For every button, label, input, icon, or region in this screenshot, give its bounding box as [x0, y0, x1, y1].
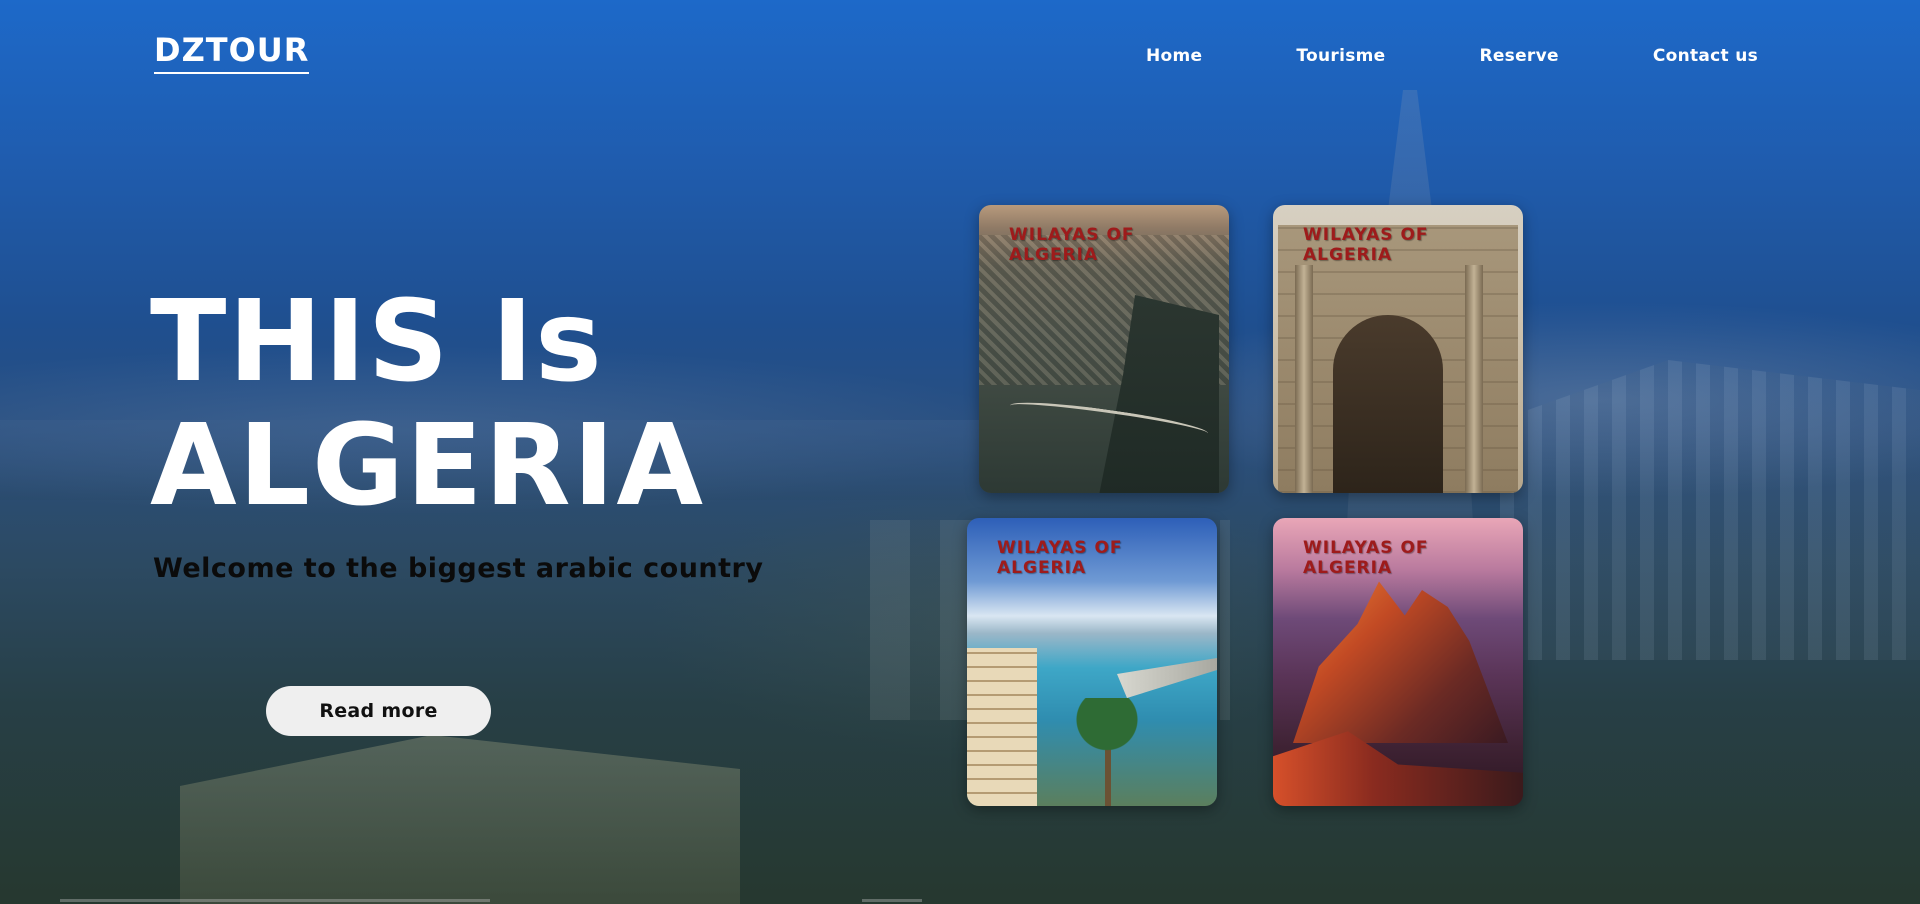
hero-title-line-2: ALGERIA [150, 401, 706, 531]
nav-item-reserve[interactable]: Reserve [1479, 44, 1558, 68]
wilaya-card-harbor[interactable]: WILAYAS OF ALGERIA [967, 518, 1217, 806]
wilaya-card-arch[interactable]: WILAYAS OF ALGERIA [1273, 205, 1523, 493]
nav-item-contact-us[interactable]: Contact us [1653, 44, 1758, 68]
card-label: WILAYAS OF ALGERIA [997, 538, 1123, 578]
hero-title: THIS Is ALGERIA [150, 280, 705, 528]
nav-item-tourisme[interactable]: Tourisme [1296, 44, 1385, 68]
background-city [1500, 360, 1920, 660]
hero-subtitle: Welcome to the biggest arabic country [153, 553, 764, 584]
site-logo[interactable]: DZTOUR [154, 30, 310, 74]
card-label: WILAYAS OF ALGERIA [1303, 538, 1429, 578]
main-nav: Home Tourisme Reserve Contact us [1146, 44, 1758, 68]
hero-title-line-1: THIS Is [150, 277, 604, 407]
landing-page: DZTOUR Home Tourisme Reserve Contact us … [0, 0, 1920, 904]
nav-item-home[interactable]: Home [1146, 44, 1202, 68]
card-label: WILAYAS OF ALGERIA [1303, 225, 1429, 265]
wilaya-card-constantine[interactable]: WILAYAS OF ALGERIA [979, 205, 1229, 493]
card-label: WILAYAS OF ALGERIA [1009, 225, 1135, 265]
scrollbar-thumb[interactable] [862, 899, 922, 902]
read-more-button[interactable]: Read more [266, 686, 491, 736]
scrollbar-track[interactable] [60, 899, 490, 902]
wilaya-card-hoggar[interactable]: WILAYAS OF ALGERIA [1273, 518, 1523, 806]
